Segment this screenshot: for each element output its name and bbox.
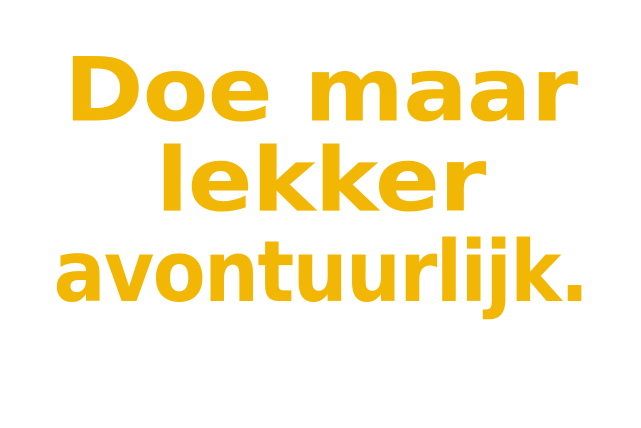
headline-line-1: Doe maar <box>63 38 578 142</box>
headline-line-2: lekker <box>155 128 487 232</box>
headline-line-3: avontuurlijk. <box>53 222 589 322</box>
headline: Doe maar lekker avontuurlijk. <box>0 0 641 428</box>
